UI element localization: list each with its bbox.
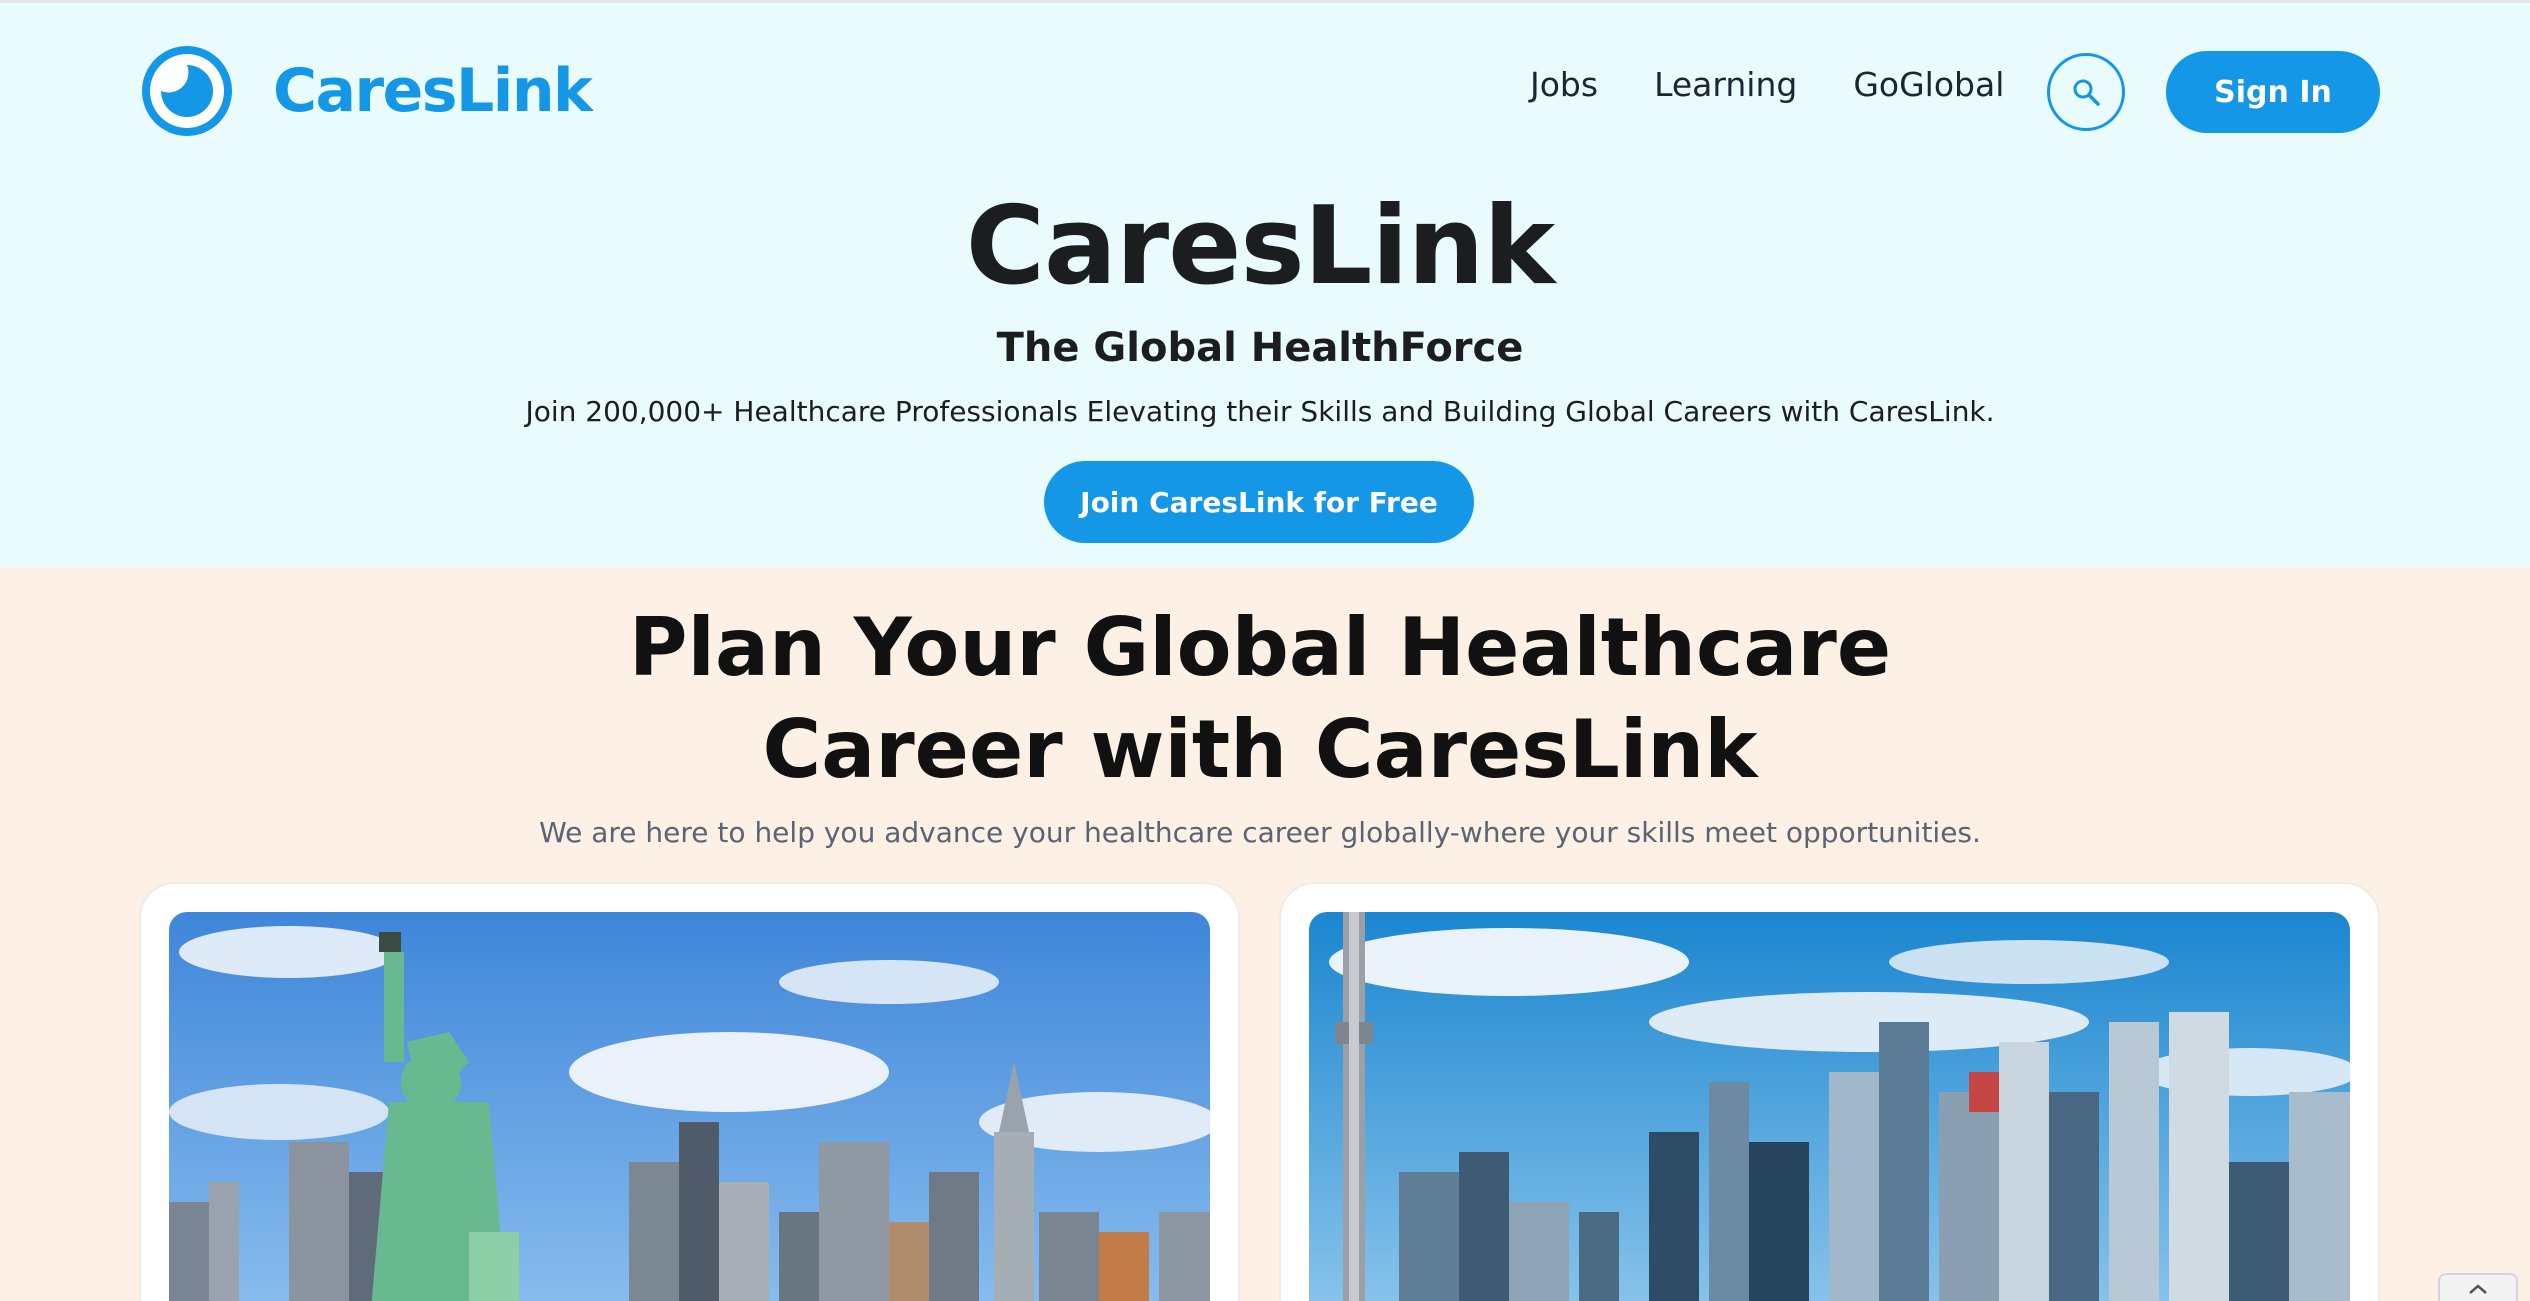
primary-nav: Jobs Learning GoGlobal xyxy=(1530,65,2004,104)
nav-link-learning[interactable]: Learning xyxy=(1654,65,1797,104)
destination-card-usa[interactable] xyxy=(139,882,1240,1301)
toronto-skyline-illustration xyxy=(1309,912,2350,1301)
chevron-up-icon xyxy=(2469,1284,2487,1294)
sign-in-button[interactable]: Sign In xyxy=(2166,51,2380,133)
plan-title-line-2: Career with CaresLink xyxy=(762,703,1758,796)
plan-section: Plan Your Global Healthcare Career with … xyxy=(0,567,2530,1301)
hero-section: CaresLink Jobs Learning GoGlobal Sign In… xyxy=(0,3,2530,567)
new-york-skyline-image xyxy=(169,912,1210,1301)
plan-description: We are here to help you advance your hea… xyxy=(539,816,1981,849)
hero-title: CaresLink xyxy=(965,184,1555,309)
search-button[interactable] xyxy=(2047,53,2125,131)
scroll-to-top-button[interactable] xyxy=(2438,1273,2518,1301)
hero-subtitle: The Global HealthForce xyxy=(996,325,1524,371)
brand-logo-icon xyxy=(142,46,232,136)
search-icon xyxy=(2073,79,2100,106)
nav-link-jobs[interactable]: Jobs xyxy=(1530,65,1598,104)
new-york-skyline-illustration xyxy=(169,912,1210,1301)
top-nav: CaresLink Jobs Learning GoGlobal Sign In xyxy=(0,3,2530,153)
hero-description: Join 200,000+ Healthcare Professionals E… xyxy=(525,395,1995,428)
brand-name: CaresLink xyxy=(273,56,593,126)
destination-card-canada[interactable] xyxy=(1279,882,2380,1301)
page: CaresLink Jobs Learning GoGlobal Sign In… xyxy=(0,0,2530,1301)
plan-title: Plan Your Global Healthcare Career with … xyxy=(0,597,2520,801)
plan-title-line-1: Plan Your Global Healthcare xyxy=(628,601,1892,694)
brand-logo-link[interactable]: CaresLink xyxy=(139,43,593,139)
toronto-skyline-image xyxy=(1309,912,2350,1301)
join-free-button[interactable]: Join CaresLink for Free xyxy=(1044,461,1474,543)
nav-link-goglobal[interactable]: GoGlobal xyxy=(1853,65,2004,104)
